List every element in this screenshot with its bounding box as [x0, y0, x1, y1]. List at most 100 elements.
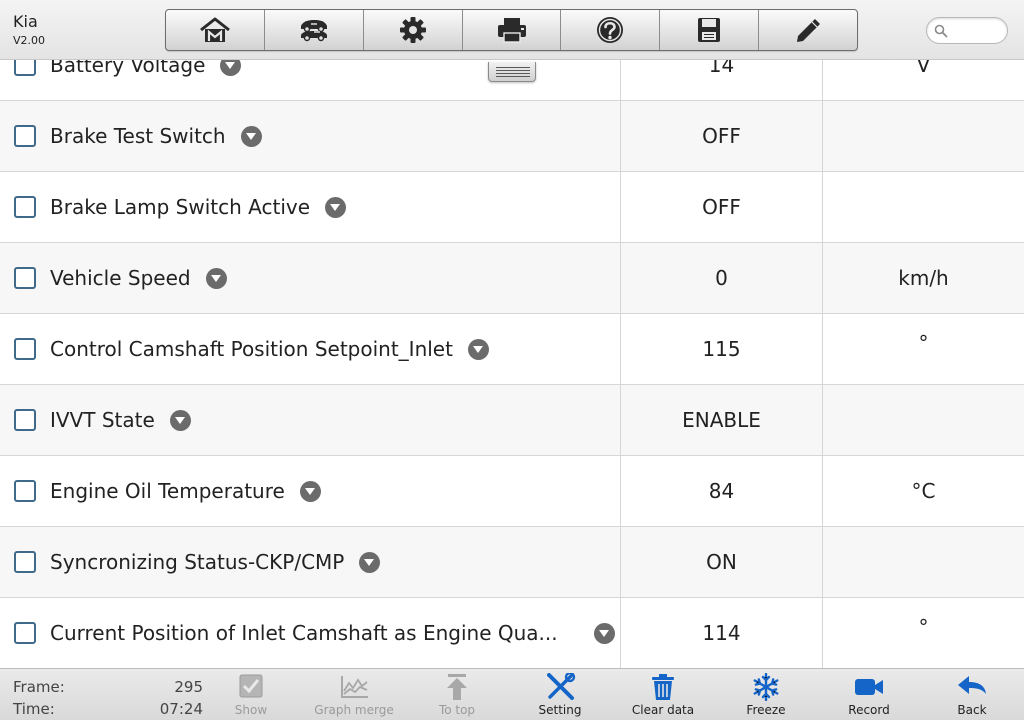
parameter-value: ENABLE [621, 385, 823, 455]
row-checkbox[interactable] [14, 60, 36, 76]
row-checkbox[interactable] [14, 622, 36, 644]
parameter-value: ON [621, 527, 823, 597]
graph-merge-label: Graph merge [314, 703, 394, 717]
search-input[interactable] [951, 22, 1003, 40]
parameter-value: 114 [621, 598, 823, 668]
drag-handle[interactable] [488, 62, 536, 82]
parameter-unit [823, 385, 1024, 455]
frame-value: 295 [174, 678, 203, 696]
clear-data-label: Clear data [631, 703, 695, 717]
back-label: Back [957, 703, 987, 717]
row-checkbox[interactable] [14, 196, 36, 218]
parameter-value: 115 [621, 314, 823, 384]
frame-info: Frame: 295 Time: 07:24 [13, 676, 203, 720]
dropdown-caret-icon[interactable] [325, 196, 347, 218]
row-checkbox[interactable] [14, 480, 36, 502]
row-checkbox[interactable] [14, 338, 36, 360]
parameter-cell: Brake Test Switch [0, 101, 621, 171]
table-row[interactable]: IVVT State ENABLE [0, 385, 1024, 456]
parameter-unit: km/h [898, 266, 949, 290]
parameter-name: Syncronizing Status-CKP/CMP [50, 550, 345, 574]
parameter-name: Brake Lamp Switch Active [50, 195, 311, 219]
record-label: Record [848, 703, 890, 717]
search-box[interactable] [926, 17, 1008, 44]
graph-icon [341, 676, 368, 698]
main-toolbar [165, 9, 858, 51]
parameter-name: Current Position of Inlet Camshaft as En… [50, 621, 558, 645]
dropdown-caret-icon[interactable] [359, 551, 381, 573]
table-row[interactable]: Vehicle Speed 0 km/h [0, 243, 1024, 314]
back-button[interactable]: Back [924, 673, 1020, 719]
parameter-name: Vehicle Speed [50, 266, 191, 290]
parameter-name: IVVT State [50, 408, 155, 432]
bottom-bar: Frame: 295 Time: 07:24 Show Graph merge … [0, 668, 1024, 720]
parameter-value: 14 [621, 60, 823, 100]
show-button[interactable]: Show [203, 673, 299, 719]
trash-icon [652, 674, 674, 700]
dropdown-caret-icon[interactable] [594, 623, 615, 644]
edit-button[interactable] [759, 10, 857, 50]
table-row[interactable]: Brake Test Switch OFF [0, 101, 1024, 172]
unit-text: ° [918, 331, 929, 355]
dropdown-caret-icon[interactable] [467, 338, 489, 360]
search-icon [934, 24, 948, 38]
home-icon [199, 17, 230, 42]
live-data-rows: Battery Voltage 14 V Brake Test Switch O… [0, 60, 1024, 668]
arrow-up-icon [447, 674, 467, 700]
row-checkbox[interactable] [14, 267, 36, 289]
back-arrow-icon [958, 676, 986, 694]
parameter-cell: Brake Lamp Switch Active [0, 172, 621, 242]
parameter-cell: Current Position of Inlet Camshaft as En… [0, 598, 621, 668]
parameter-name: Brake Test Switch [50, 124, 226, 148]
table-row[interactable]: Current Position of Inlet Camshaft as En… [0, 598, 1024, 668]
settings-button[interactable] [364, 10, 463, 50]
vehicle-make: Kia [13, 12, 38, 31]
parameter-name: Battery Voltage [50, 60, 206, 77]
row-checkbox[interactable] [14, 551, 36, 573]
row-checkbox[interactable] [14, 125, 36, 147]
table-row[interactable]: Syncronizing Status-CKP/CMP ON [0, 527, 1024, 598]
table-row[interactable]: Brake Lamp Switch Active OFF [0, 172, 1024, 243]
parameter-value: 84 [621, 456, 823, 526]
live-data-list[interactable]: Battery Voltage 14 V Brake Test Switch O… [0, 60, 1024, 668]
setting-button[interactable]: Setting [512, 673, 608, 719]
parameter-value: OFF [621, 101, 823, 171]
video-camera-icon [855, 679, 883, 695]
help-button[interactable] [561, 10, 661, 50]
parameter-value: OFF [621, 172, 823, 242]
snowflake-icon [753, 673, 779, 701]
gear-icon [399, 17, 426, 43]
table-row[interactable]: Control Camshaft Position Setpoint_Inlet… [0, 314, 1024, 385]
to-top-button[interactable]: To top [409, 673, 505, 719]
parameter-unit: ° [823, 598, 1024, 668]
clear-data-button[interactable]: Clear data [615, 673, 711, 719]
parameter-value: 0 [621, 243, 823, 313]
top-bar: Kia V2.00 [0, 0, 1024, 60]
parameter-unit: ° [823, 314, 1024, 384]
dropdown-caret-icon[interactable] [220, 60, 242, 76]
table-row[interactable]: Engine Oil Temperature 84 °C [0, 456, 1024, 527]
dropdown-caret-icon[interactable] [169, 409, 191, 431]
save-button[interactable] [660, 10, 760, 50]
vehicle-swap-button[interactable] [265, 10, 364, 50]
unit-text: ° [918, 615, 929, 639]
setting-label: Setting [538, 703, 582, 717]
software-version: V2.00 [13, 34, 46, 47]
dropdown-caret-icon[interactable] [299, 480, 321, 502]
print-button[interactable] [463, 10, 562, 50]
vehicle-swap-icon [300, 20, 327, 42]
parameter-unit: V [916, 60, 931, 77]
parameter-cell: Control Camshaft Position Setpoint_Inlet [0, 314, 621, 384]
row-checkbox[interactable] [14, 409, 36, 431]
vehicle-brand: Kia V2.00 [13, 13, 45, 47]
time-label: Time: [13, 700, 55, 718]
record-button[interactable]: Record [821, 673, 917, 719]
dropdown-caret-icon[interactable] [205, 267, 227, 289]
home-button[interactable] [166, 10, 265, 50]
time-value: 07:24 [159, 700, 203, 718]
dropdown-caret-icon[interactable] [240, 125, 262, 147]
pencil-icon [797, 19, 821, 42]
freeze-button[interactable]: Freeze [718, 673, 814, 719]
graph-merge-button[interactable]: Graph merge [306, 673, 402, 719]
parameter-cell: IVVT State [0, 385, 621, 455]
